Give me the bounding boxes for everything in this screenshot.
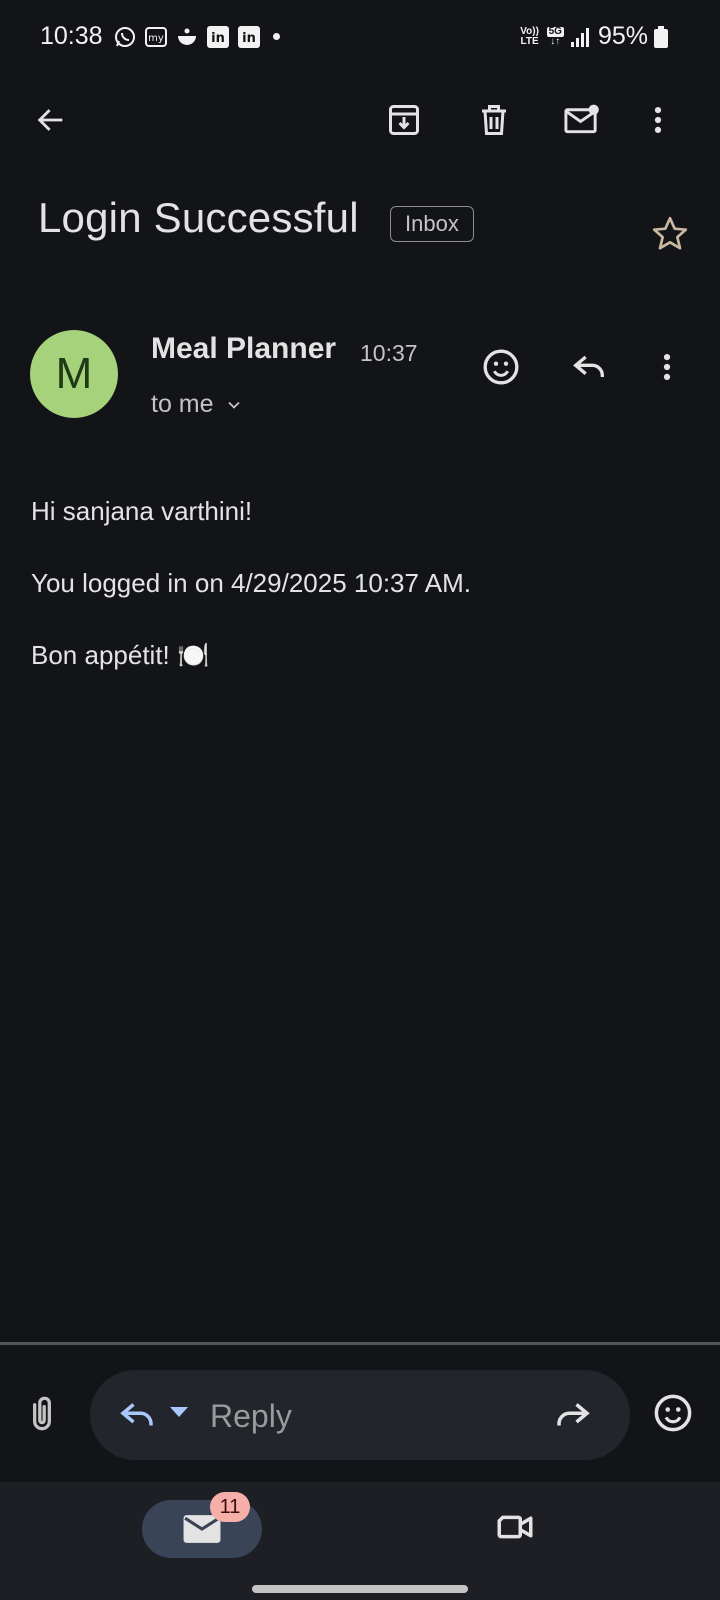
body-paragraph: Bon appétit! 🍽️: [31, 640, 210, 670]
reply-icon: [120, 1403, 153, 1426]
email-body: Hi sanjana varthini! You logged in on 4/…: [31, 496, 471, 712]
sender-avatar[interactable]: M: [30, 330, 118, 418]
caret-down-icon[interactable]: [170, 1407, 188, 1417]
star-icon: [652, 216, 688, 250]
volte-indicator: Vo)) LTE: [520, 25, 539, 47]
svg-text:in: in: [211, 31, 225, 46]
gesture-home-bar[interactable]: [252, 1585, 468, 1593]
data-arrows-icon: ↓↑: [550, 35, 561, 47]
emoji-icon: [654, 1394, 692, 1432]
recipient-details-toggle[interactable]: to me: [151, 390, 244, 419]
star-button[interactable]: [650, 214, 694, 258]
forward-button[interactable]: [552, 1394, 594, 1436]
chevron-down-icon: [227, 401, 240, 409]
reply-icon: [573, 355, 604, 377]
body-paragraph: Hi sanjana varthini!: [31, 496, 253, 526]
reply-mode-button[interactable]: [116, 1394, 158, 1436]
recipient-label: to me: [151, 390, 214, 418]
archive-icon: [389, 105, 419, 135]
myntra-icon: my: [143, 24, 168, 49]
meet-tab[interactable]: [494, 1506, 542, 1554]
battery-percent: 95%: [597, 22, 648, 50]
status-right: Vo)) LTE 5G ↓↑ 95%: [519, 22, 668, 51]
sender-name[interactable]: Meal Planner: [151, 332, 336, 366]
video-camera-icon: [497, 1515, 533, 1539]
svg-text:my: my: [148, 33, 164, 44]
message-more-button[interactable]: [644, 344, 690, 390]
back-arrow-icon: [37, 109, 63, 131]
signal-icon: [570, 27, 592, 47]
forward-icon: [557, 1403, 590, 1426]
unread-count-badge: 11: [210, 1492, 250, 1522]
top-app-bar: [0, 80, 720, 160]
more-notifications-dot: [273, 33, 280, 40]
linkedin-icon: in: [205, 24, 230, 49]
archive-button[interactable]: [378, 94, 430, 146]
mark-unread-icon: [564, 104, 599, 134]
swiggy-icon: [174, 24, 199, 49]
attach-button[interactable]: [20, 1392, 66, 1438]
whatsapp-icon: [112, 24, 137, 49]
reply-divider: [0, 1342, 720, 1345]
emoji-icon: [483, 349, 519, 385]
reply-emoji-button[interactable]: [652, 1392, 698, 1438]
status-time: 10:38: [40, 22, 103, 50]
trash-icon: [482, 105, 506, 135]
status-bar: 10:38 my in in Vo)) LTE 5G ↓↑ 95%: [0, 0, 720, 76]
quick-reply-field[interactable]: Reply: [90, 1370, 630, 1460]
mark-unread-button[interactable]: [556, 94, 608, 146]
inbox-label-chip[interactable]: Inbox: [390, 206, 474, 242]
body-paragraph: You logged in on 4/29/2025 10:37 AM.: [31, 568, 471, 598]
more-vert-icon: [663, 353, 671, 381]
more-vert-icon: [654, 106, 662, 134]
reply-placeholder[interactable]: Reply: [210, 1398, 292, 1435]
notification-icons: my in in: [112, 24, 280, 49]
email-time: 10:37: [360, 340, 418, 366]
battery-icon: [654, 25, 668, 48]
bottom-navigation: 11: [0, 1482, 720, 1600]
more-options-button[interactable]: [632, 94, 684, 146]
linkedin-icon: in: [236, 24, 261, 49]
back-button[interactable]: [25, 94, 77, 146]
email-subject: Login Successful: [38, 194, 359, 241]
network-type: 5G ↓↑: [546, 26, 564, 47]
svg-text:in: in: [242, 31, 256, 46]
reply-button[interactable]: [566, 344, 612, 390]
paperclip-icon: [33, 1396, 51, 1431]
delete-button[interactable]: [468, 94, 520, 146]
add-reaction-button[interactable]: [478, 344, 524, 390]
